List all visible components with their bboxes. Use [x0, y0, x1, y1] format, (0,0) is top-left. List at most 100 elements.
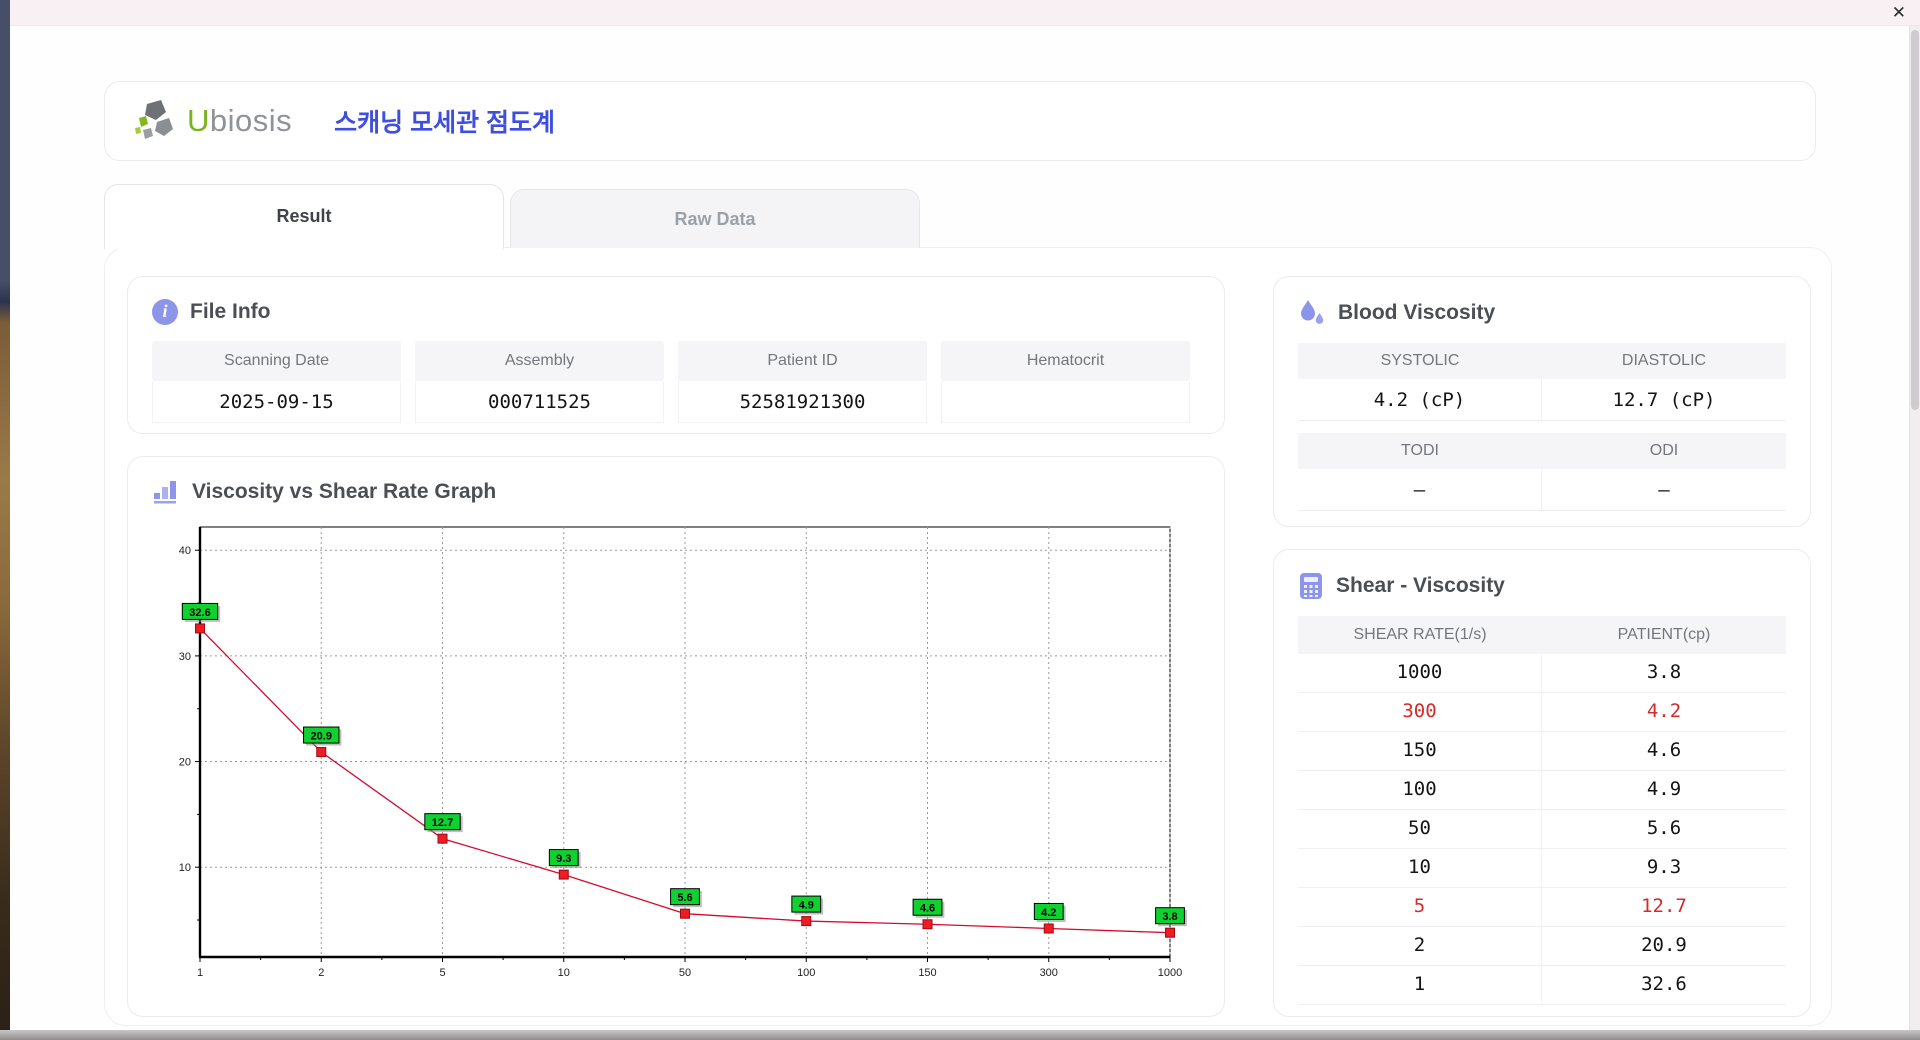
water-drops-icon [1301, 300, 1324, 324]
file-info-field-value: 52581921300 [678, 381, 927, 423]
window-bottom-edge [0, 1030, 1920, 1040]
blood-viscosity-header: DIASTOLIC [1542, 343, 1786, 379]
file-info-field-label: Hematocrit [941, 341, 1190, 381]
svg-text:9.3: 9.3 [556, 853, 571, 865]
svg-text:20: 20 [179, 757, 191, 769]
svg-text:1: 1 [197, 967, 203, 979]
table-row: 50 5.6 [1298, 810, 1786, 849]
file-info-field-value: 2025-09-15 [152, 381, 401, 423]
calculator-icon [1300, 573, 1322, 599]
data-point-marker [801, 916, 812, 927]
shear-rate-cell: 150 [1298, 732, 1542, 770]
file-info-title-row: i File Info [152, 299, 1200, 325]
svg-text:32.6: 32.6 [189, 607, 210, 619]
data-point-marker [558, 869, 569, 880]
patient-viscosity-cell: 4.2 [1646, 700, 1682, 722]
blood-viscosity-header-row: SYSTOLIC DIASTOLIC [1298, 343, 1786, 379]
blood-viscosity-value: – [1542, 469, 1786, 511]
data-point-marker [195, 623, 205, 634]
window-scrollbar[interactable] [1909, 26, 1920, 1030]
data-point-marker [437, 833, 448, 844]
table-row: 10 9.3 [1298, 849, 1786, 888]
svg-text:50: 50 [679, 967, 691, 979]
blood-viscosity-value: – [1298, 469, 1542, 511]
table-row: 150 4.6 [1298, 732, 1786, 771]
blood-viscosity-value: 4.2 (cP) [1298, 379, 1542, 421]
blood-viscosity-table: SYSTOLIC DIASTOLIC 4.2 (cP) 12.7 (cP) [1298, 343, 1786, 421]
graph-title-row: Viscosity vs Shear Rate Graph [152, 479, 1200, 505]
blood-viscosity-header-row: TODI ODI [1298, 433, 1786, 469]
window-titlebar: ✕ [10, 0, 1920, 26]
file-info-field-value: 000711525 [415, 381, 664, 423]
shear-table-header: SHEAR RATE(1/s) PATIENT(cp) [1298, 616, 1786, 654]
blood-viscosity-panel: Blood Viscosity SYSTOLIC DIASTOLIC 4.2 (cP… [1273, 276, 1811, 527]
table-row: 2 20.9 [1298, 927, 1786, 966]
file-info-panel: i File Info Scanning Date 2025-09-15 Assem… [127, 276, 1225, 434]
shear-rate-cell: 1 [1298, 966, 1542, 1004]
blood-viscosity-header: TODI [1298, 433, 1542, 469]
close-icon[interactable]: ✕ [1892, 3, 1906, 23]
svg-text:300: 300 [1040, 967, 1058, 979]
svg-text:40: 40 [179, 545, 191, 557]
app-header: Ubiosis 스캐닝 모세관 점도계 [104, 81, 1816, 161]
svg-text:100: 100 [797, 967, 815, 979]
table-row: 1000 3.8 [1298, 654, 1786, 693]
shear-rate-cell: 100 [1298, 771, 1542, 809]
patient-viscosity-cell: 20.9 [1641, 934, 1687, 956]
app-title-korean: 스캐닝 모세관 점도계 [334, 109, 556, 137]
tab-raw-data[interactable]: Raw Data [510, 189, 920, 248]
svg-text:150: 150 [918, 967, 936, 979]
file-info-field: Hematocrit [941, 341, 1190, 423]
svg-text:10: 10 [558, 967, 570, 979]
file-info-field: Scanning Date 2025-09-15 [152, 341, 401, 423]
file-info-field-label: Patient ID [678, 341, 927, 381]
file-info-title: File Info [190, 300, 271, 323]
shear-rate-cell: 300 [1298, 693, 1542, 731]
shear-rate-cell: 5 [1298, 888, 1542, 926]
file-info-field: Assembly 000711525 [415, 341, 664, 423]
svg-text:5: 5 [439, 967, 445, 979]
blood-viscosity-title: Blood Viscosity [1338, 301, 1496, 324]
graph-title: Viscosity vs Shear Rate Graph [192, 480, 497, 503]
shear-rate-cell: 50 [1298, 810, 1542, 848]
blood-viscosity-value-row: 4.2 (cP) 12.7 (cP) [1298, 379, 1786, 421]
viscosity-shear-rate-plot: 10 20 30 40 1 2 5 10 50 100 150 300 1000 32.6 20.9 12.7… [179, 526, 1187, 979]
blood-viscosity-value-row: – – [1298, 469, 1786, 511]
viscosity-graph-panel: Viscosity vs Shear Rate Graph 10 20 30 40 1 2… [127, 456, 1225, 1017]
result-tab-content: i File Info Scanning Date 2025-09-15 Assem… [104, 247, 1832, 1026]
file-info-field-value [941, 381, 1190, 423]
data-point-marker [1043, 923, 1054, 934]
svg-text:5.6: 5.6 [677, 892, 692, 904]
shear-rate-column-header: SHEAR RATE(1/s) [1353, 626, 1487, 643]
logo-word-rest: biosis [209, 103, 293, 138]
patient-viscosity-cell: 4.6 [1646, 739, 1682, 761]
table-row: 100 4.9 [1298, 771, 1786, 810]
blood-viscosity-header: SYSTOLIC [1298, 343, 1542, 379]
patient-viscosity-cell: 9.3 [1646, 856, 1682, 878]
table-row: 5 12.7 [1298, 888, 1786, 927]
ubiosis-logo-text: Ubiosis [187, 103, 292, 139]
shear-rate-cell: 1000 [1298, 654, 1542, 692]
patient-viscosity-cell: 3.8 [1646, 661, 1682, 683]
svg-text:2: 2 [318, 967, 324, 979]
file-info-fields: Scanning Date 2025-09-15 Assembly 000711525… [152, 341, 1200, 423]
app-window: Ubiosis 스캐닝 모세관 점도계 Result Raw Data i Fi… [10, 26, 1908, 1030]
info-icon: i [152, 299, 178, 325]
blood-viscosity-tables: SYSTOLIC DIASTOLIC 4.2 (cP) 12.7 (cP) TODI OD… [1298, 343, 1786, 511]
file-info-field: Patient ID 52581921300 [678, 341, 927, 423]
scrollbar-thumb[interactable] [1911, 30, 1919, 410]
svg-text:4.2: 4.2 [1041, 907, 1056, 919]
patient-viscosity-cell: 4.9 [1646, 778, 1682, 800]
tab-result[interactable]: Result [104, 184, 504, 249]
blood-viscosity-table: TODI ODI – – [1298, 433, 1786, 511]
blood-viscosity-header: ODI [1542, 433, 1786, 469]
svg-text:3.8: 3.8 [1162, 911, 1177, 923]
svg-text:30: 30 [179, 651, 191, 663]
logo-letter-u: U [187, 103, 210, 138]
shear-viscosity-title-row: Shear - Viscosity [1298, 572, 1786, 600]
blood-viscosity-value: 12.7 (cP) [1542, 379, 1786, 421]
shear-viscosity-panel: Shear - Viscosity SHEAR RATE(1/s) PATIEN… [1273, 549, 1811, 1017]
svg-text:10: 10 [179, 862, 191, 874]
svg-text:4.6: 4.6 [920, 903, 935, 915]
ubiosis-logo-icon [135, 100, 173, 139]
